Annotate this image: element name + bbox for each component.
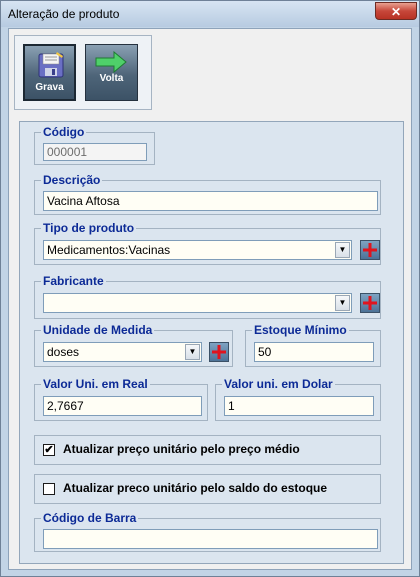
unidade-value: doses	[47, 345, 80, 359]
add-fabricante-button[interactable]	[360, 293, 380, 313]
tipo-value: Medicamentos:Vacinas	[47, 243, 171, 257]
tipo-select[interactable]: Medicamentos:Vacinas ▼	[43, 240, 352, 260]
saldo-estoque-checkbox[interactable]	[43, 483, 55, 495]
fabricante-group: Fabricante ▼	[34, 274, 381, 319]
back-button[interactable]: Volta	[85, 44, 138, 101]
valor-real-label: Valor Uni. em Real	[41, 377, 150, 391]
chevron-down-icon[interactable]: ▼	[335, 295, 350, 311]
preco-medio-row: ✔ Atualizar preço unitário pelo preço mé…	[34, 435, 381, 465]
codigo-group: Código 000001	[34, 125, 155, 165]
close-icon: ✕	[390, 5, 402, 19]
barcode-label: Código de Barra	[41, 511, 139, 525]
plus-icon	[363, 296, 377, 310]
estoque-minimo-field[interactable]: 50	[254, 342, 374, 362]
valor-dolar-group: Valor uni. em Dolar 1	[215, 377, 381, 421]
fabricante-label: Fabricante	[41, 274, 106, 288]
title-bar[interactable]: Alteração de produto ✕	[1, 1, 419, 27]
codigo-field: 000001	[43, 143, 147, 161]
preco-medio-label[interactable]: Atualizar preço unitário pelo preço médi…	[63, 442, 300, 456]
product-edit-window: Alteração de produto ✕ Grava Volta Códig…	[0, 0, 420, 577]
window-title: Alteração de produto	[8, 7, 120, 21]
add-tipo-button[interactable]	[360, 240, 380, 260]
window-content: Grava Volta Código 000001 Descrição Vaci…	[8, 28, 412, 570]
valor-dolar-label: Valor uni. em Dolar	[222, 377, 335, 391]
close-button[interactable]: ✕	[375, 2, 417, 20]
tipo-label: Tipo de produto	[41, 221, 137, 235]
save-button[interactable]: Grava	[23, 44, 76, 101]
saldo-estoque-row: Atualizar preco unitário pelo saldo do e…	[34, 474, 381, 504]
saldo-estoque-label[interactable]: Atualizar preco unitário pelo saldo do e…	[63, 481, 327, 495]
unidade-group: Unidade de Medida doses ▼	[34, 323, 233, 367]
descricao-field[interactable]: Vacina Aftosa	[43, 191, 378, 211]
chevron-down-icon[interactable]: ▼	[335, 242, 350, 258]
arrow-right-icon	[95, 51, 127, 73]
add-unidade-button[interactable]	[209, 342, 229, 362]
barcode-field[interactable]	[43, 529, 378, 549]
unidade-label: Unidade de Medida	[41, 323, 155, 337]
valor-dolar-field[interactable]: 1	[224, 396, 374, 416]
product-form: Código 000001 Descrição Vacina Aftosa Ti…	[19, 121, 404, 564]
valor-real-field[interactable]: 2,7667	[43, 396, 202, 416]
estoque-group: Estoque Mínimo 50	[245, 323, 381, 367]
barcode-group: Código de Barra	[34, 511, 381, 552]
toolbar: Grava Volta	[14, 35, 152, 110]
estoque-label: Estoque Mínimo	[252, 323, 349, 337]
tipo-group: Tipo de produto Medicamentos:Vacinas ▼	[34, 221, 381, 265]
preco-medio-checkbox[interactable]: ✔	[43, 444, 55, 456]
fabricante-select[interactable]: ▼	[43, 293, 352, 313]
floppy-disk-icon	[38, 52, 64, 78]
valor-real-group: Valor Uni. em Real 2,7667	[34, 377, 208, 421]
back-label: Volta	[99, 73, 124, 84]
plus-icon	[363, 243, 377, 257]
codigo-label: Código	[41, 125, 87, 139]
save-label: Grava	[35, 82, 64, 93]
plus-icon	[212, 345, 226, 359]
descricao-group: Descrição Vacina Aftosa	[34, 173, 381, 215]
unidade-select[interactable]: doses ▼	[43, 342, 202, 362]
descricao-label: Descrição	[41, 173, 103, 187]
chevron-down-icon[interactable]: ▼	[185, 344, 200, 360]
